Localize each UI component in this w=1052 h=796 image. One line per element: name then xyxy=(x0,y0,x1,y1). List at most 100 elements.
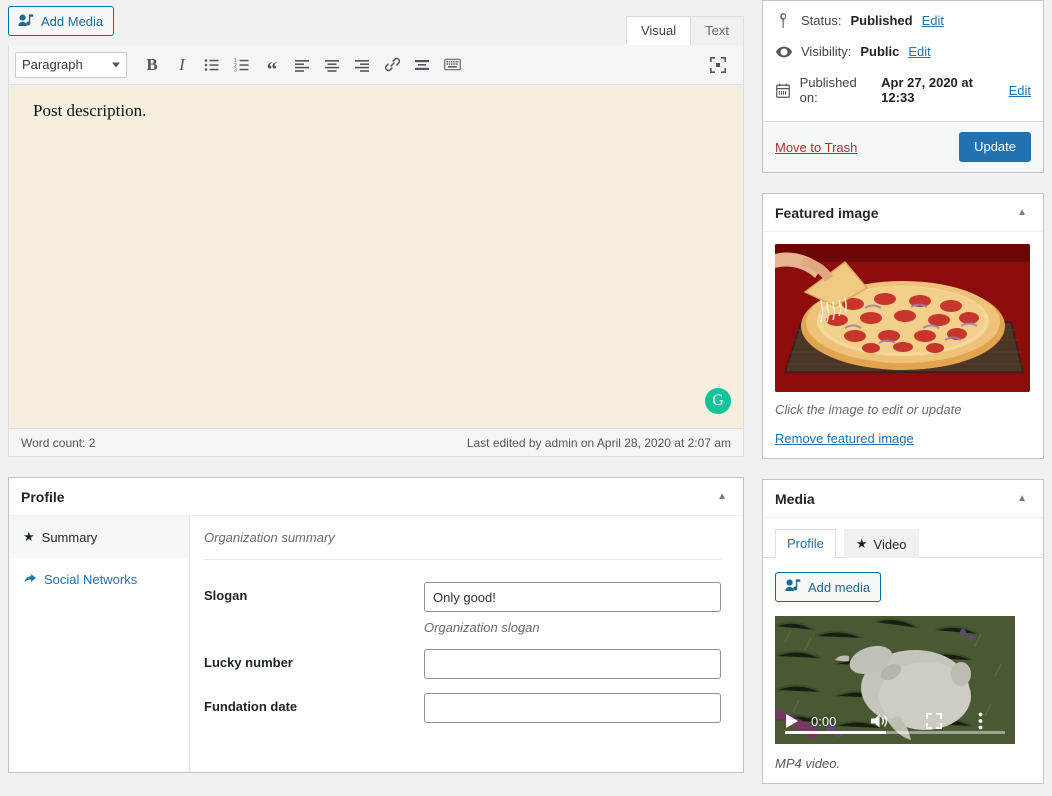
align-left-icon[interactable] xyxy=(288,51,316,79)
last-edited: Last edited by admin on April 28, 2020 a… xyxy=(466,435,731,450)
publish-postbox: Status: Published Edit Visibility: Publi… xyxy=(762,0,1044,173)
slogan-help: Organization slogan xyxy=(424,620,540,635)
media-header: Media ▲ xyxy=(763,480,1043,518)
editor-mode-tabs: Visual Text xyxy=(625,16,744,45)
featured-image-header: Featured image ▲ xyxy=(763,194,1043,232)
featured-image-postbox: Featured image ▲ Click the image to edit… xyxy=(762,193,1044,459)
fundation-date-input[interactable] xyxy=(424,693,721,723)
editor-panel: Paragraph B I 1 2 3 “ Post description. … xyxy=(8,45,744,457)
profile-title: Profile xyxy=(21,488,65,505)
editor-paragraph: Post description. xyxy=(33,101,147,120)
profile-postbox: Profile ▲ ★ Summary Social Networks Orga… xyxy=(8,477,744,773)
chevron-up-icon[interactable]: ▲ xyxy=(1013,489,1031,508)
italic-icon[interactable]: I xyxy=(168,51,196,79)
remove-featured-image-link[interactable]: Remove featured image xyxy=(775,431,1031,446)
published-on-row: Published on: Apr 27, 2020 at 12:33 Edit xyxy=(775,67,1031,113)
chevron-up-icon[interactable]: ▲ xyxy=(713,487,731,506)
published-on-value: Apr 27, 2020 at 12:33 xyxy=(881,75,973,105)
align-center-icon[interactable] xyxy=(318,51,346,79)
video-progress-fill xyxy=(785,731,887,734)
visibility-value: Public xyxy=(860,44,900,59)
field-row-slogan: Slogan Organization slogan xyxy=(204,582,721,635)
status-edit-link[interactable]: Edit xyxy=(922,13,944,28)
calendar-icon xyxy=(775,83,791,98)
pin-icon xyxy=(775,13,792,28)
profile-postbox-header: Profile ▲ xyxy=(9,478,743,516)
visibility-edit-link[interactable]: Edit xyxy=(908,44,930,59)
play-icon[interactable] xyxy=(785,713,799,729)
featured-image-title: Featured image xyxy=(775,204,879,221)
fundation-date-label: Fundation date xyxy=(204,699,298,714)
blockquote-icon[interactable]: “ xyxy=(258,51,286,79)
profile-nav-social-label: Social Networks xyxy=(44,571,138,587)
profile-nav-social-networks[interactable]: Social Networks xyxy=(9,558,189,600)
media-title: Media xyxy=(775,490,815,507)
video-controls: 0:00 xyxy=(775,698,1015,744)
video-time: 0:00 xyxy=(811,713,837,729)
media-tab-video[interactable]: ★ Video xyxy=(843,529,919,558)
lucky-number-label: Lucky number xyxy=(204,655,293,670)
published-on-label: Published on: xyxy=(799,75,857,105)
insert-read-more-icon[interactable] xyxy=(408,51,436,79)
video-progress-bar[interactable] xyxy=(785,731,1005,734)
distraction-free-icon[interactable] xyxy=(704,51,732,79)
media-tab-video-label: Video xyxy=(873,536,907,552)
profile-section-title: Organization summary xyxy=(204,530,721,560)
visibility-row: Visibility: Public Edit xyxy=(775,36,1031,67)
slogan-label: Slogan xyxy=(204,588,248,603)
add-media-sidebar-button[interactable]: Add media xyxy=(775,572,882,602)
editor-toolbar: Paragraph B I 1 2 3 “ xyxy=(9,45,743,85)
field-row-fundation-date: Fundation date xyxy=(204,693,721,723)
editor-content-area[interactable]: Post description. G xyxy=(9,85,743,428)
slogan-input[interactable] xyxy=(424,582,721,612)
tab-visual[interactable]: Visual xyxy=(625,16,692,45)
more-options-icon[interactable] xyxy=(978,712,983,730)
volume-icon[interactable] xyxy=(870,713,888,729)
update-button[interactable]: Update xyxy=(959,132,1031,162)
add-media-button[interactable]: Add Media xyxy=(8,6,115,36)
video-caption: MP4 video. xyxy=(775,756,841,771)
grammarly-icon[interactable]: G xyxy=(705,388,731,414)
sidebar-column: Status: Published Edit Visibility: Publi… xyxy=(762,0,1044,784)
fullscreen-icon[interactable] xyxy=(926,713,943,729)
main-editor-column: Add Media Visual Text Paragraph B I 1 2 … xyxy=(8,0,744,773)
word-count: Word count: 2 xyxy=(21,435,96,450)
featured-image-help: Click the image to edit or update xyxy=(775,402,962,417)
status-value: Published xyxy=(850,13,913,28)
profile-nav-summary[interactable]: ★ Summary xyxy=(9,516,189,558)
featured-image-body: Click the image to edit or update Remove… xyxy=(763,232,1043,458)
tab-text[interactable]: Text xyxy=(690,16,744,45)
bulleted-list-icon[interactable] xyxy=(198,51,226,79)
add-media-label: Add Media xyxy=(41,13,104,29)
media-postbox: Media ▲ Profile ★ Video Add media 0:00 M… xyxy=(762,479,1044,784)
field-row-lucky-number: Lucky number xyxy=(204,649,721,679)
lucky-number-input[interactable] xyxy=(424,649,721,679)
profile-nav: ★ Summary Social Networks xyxy=(9,516,190,772)
featured-image-thumbnail[interactable] xyxy=(775,244,1030,392)
align-right-icon[interactable] xyxy=(348,51,376,79)
add-media-sidebar-label: Add media xyxy=(808,579,871,595)
media-tab-profile[interactable]: Profile xyxy=(775,529,836,558)
status-row: Status: Published Edit xyxy=(775,5,1031,36)
share-icon xyxy=(23,572,37,586)
numbered-list-icon[interactable]: 1 2 3 xyxy=(228,51,256,79)
profile-fields: Organization summary Slogan Organization… xyxy=(190,516,743,772)
link-icon[interactable] xyxy=(378,51,406,79)
profile-nav-summary-label: Summary xyxy=(41,529,98,545)
chevron-down-icon xyxy=(112,62,120,67)
add-media-icon xyxy=(17,12,35,30)
keyboard-shortcuts-icon[interactable] xyxy=(438,51,466,79)
profile-body: ★ Summary Social Networks Organization s… xyxy=(9,516,743,772)
chevron-up-icon[interactable]: ▲ xyxy=(1013,203,1031,222)
published-on-edit-link[interactable]: Edit xyxy=(1009,83,1031,98)
publish-rows: Status: Published Edit Visibility: Publi… xyxy=(763,1,1043,121)
status-label: Status: xyxy=(801,13,842,28)
svg-text:3: 3 xyxy=(234,67,237,73)
paragraph-format-value: Paragraph xyxy=(22,57,83,72)
wordpress-post-editor-screen: Add Media Visual Text Paragraph B I 1 2 … xyxy=(0,0,1052,796)
star-icon: ★ xyxy=(23,529,35,544)
move-to-trash-link[interactable]: Move to Trash xyxy=(775,140,857,155)
bold-icon[interactable]: B xyxy=(138,51,166,79)
video-player[interactable]: 0:00 xyxy=(775,616,1015,744)
paragraph-format-select[interactable]: Paragraph xyxy=(15,51,127,78)
